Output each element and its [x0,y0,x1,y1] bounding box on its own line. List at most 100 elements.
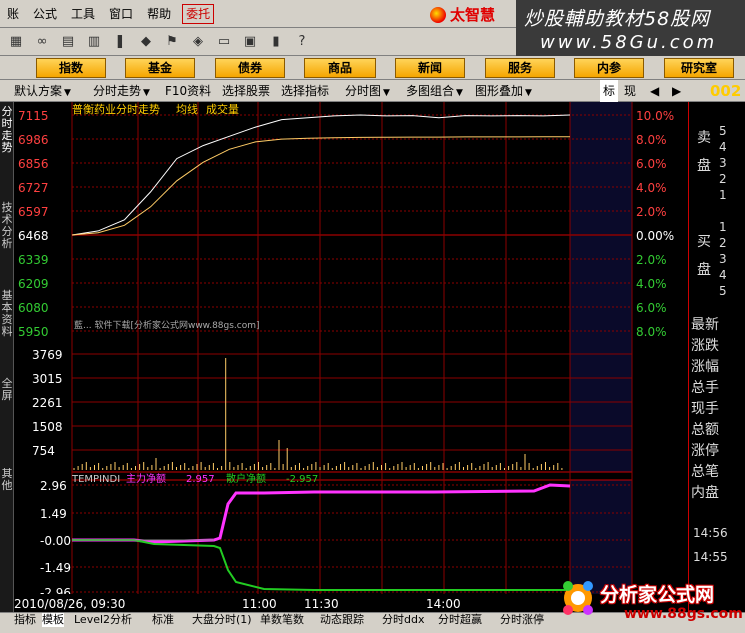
timechart-select[interactable]: 分时图 ▼ [345,80,390,104]
nav-commodity[interactable]: 商品 [304,58,376,78]
percent-tick: 6.0% [636,157,667,171]
volume-tick: 2261 [32,396,63,410]
indicator-retail-label: 散户净额 [226,472,266,485]
tab-dynamic-track[interactable]: 动态跟踪 [320,613,364,627]
quote-field: 总笔 [691,464,719,480]
menu-window[interactable]: 窗口 [102,0,140,28]
side-tab-fundamental[interactable]: 基本资料 [0,290,14,338]
delegate-button[interactable]: 委托 [182,3,215,24]
legend-vol: 成交量 [206,102,239,116]
mode-tab-standard[interactable]: 标 [600,80,619,102]
buy-label: 买盘 [697,234,711,278]
timeshare-select[interactable]: 分时走势 ▼ [93,80,150,104]
tab-level2[interactable]: Level2分析 [74,613,132,627]
scroll-left-icon[interactable]: ◀ [650,80,659,102]
quote-field: 总手 [691,380,719,396]
multichart-label: 多图组合 [406,84,455,98]
window-icon[interactable]: ▭ [214,33,234,51]
overlay-select[interactable]: 图形叠加 ▼ [475,80,532,104]
menu-tools[interactable]: 工具 [64,0,102,28]
binoculars-icon[interactable]: ∞ [32,33,52,51]
grid-icon[interactable]: ▦ [6,33,26,51]
tab-limit-up[interactable]: 分时涨停 [500,613,544,627]
select-stock-button[interactable]: 选择股票 [222,80,270,102]
time-tick-1400: 14:00 [426,597,461,611]
volume-tick: 754 [32,444,55,458]
nav-fund[interactable]: 基金 [125,58,195,78]
nav-insider[interactable]: 内参 [574,58,644,78]
tab-super[interactable]: 分时超赢 [438,613,482,627]
overlay-label: 图形叠加 [475,84,524,98]
f10-button[interactable]: F10资料 [165,80,211,102]
side-tabs: 分时走势 技术分析 基本资料 全屏 其他 [0,102,14,613]
sell-level: 3 [719,156,727,170]
side-tab-fullscreen[interactable]: 全屏 [0,378,14,402]
mode-tab-current[interactable]: 现 [624,80,636,102]
quote-field: 总额 [691,422,719,438]
legend-avg: 均线 [176,102,198,116]
quote-field: 现手 [691,401,719,417]
nav-bar: 指数 基金 债券 商品 新闻 服务 内参 研究室 [0,56,745,80]
logo-url: www.88gs.com [624,606,743,622]
multichart-select[interactable]: 多图组合 ▼ [406,80,463,104]
tab-indicator[interactable]: 指标 [14,613,36,627]
menu-account[interactable]: 账 [0,0,26,28]
scroll-right-icon[interactable]: ▶ [672,80,681,102]
nav-index[interactable]: 指数 [36,58,106,78]
chevron-down-icon: ▼ [456,88,463,98]
indicator-tick: 1.49 [40,507,67,521]
indicator-main-label: 主力净额 [126,472,166,485]
nav-news[interactable]: 新闻 [395,58,465,78]
chevron-down-icon: ▼ [383,88,390,98]
date-label: 2010/08/26, 09:30 [14,597,125,611]
scheme-select[interactable]: 默认方案 ▼ [14,80,71,104]
side-tab-technical[interactable]: 技术分析 [0,202,14,250]
side-tab-timeshare[interactable]: 分时走势 [0,106,14,154]
nav-research[interactable]: 研究室 [664,58,734,78]
percent-tick: 2.0% [636,253,667,267]
watermark-line2: www.58Gu.com [540,32,718,53]
price-tick: 6727 [18,181,49,195]
tab-standard[interactable]: 标准 [152,613,174,627]
brand-text: 太智慧 [450,6,496,24]
books-icon[interactable]: ▮ [266,33,286,51]
order-book-panel: 卖盘 买盘 5 4 3 2 1 1 2 3 4 5 最新 涨跌 涨幅 总手 现手 总额 涨停 总笔 内盘 14:5… [688,102,745,613]
percent-tick: 4.0% [636,181,667,195]
help-pointer-icon[interactable]: ? [292,33,312,51]
indicator-tick: -1.49 [40,561,71,575]
chevron-down-icon: ▼ [143,88,150,98]
stock-code: 002 [710,82,742,100]
note-icon[interactable]: ◈ [188,33,208,51]
time-tick-1130: 11:30 [304,597,339,611]
sell-level: 5 [719,124,727,138]
select-indicator-button[interactable]: 选择指标 [281,80,329,102]
percent-tick: 8.0% [636,133,667,147]
split-icon[interactable]: ▣ [240,33,260,51]
tab-template[interactable]: 模板 [42,613,64,627]
tab-order-count[interactable]: 单数笔数 [260,613,304,627]
timeshare-chart[interactable]: 普衡药业分时走势 均线 成交量 7115 6986 6856 6727 6597 6468… [14,102,687,613]
diamond-icon[interactable]: ◆ [136,33,156,51]
tab-index-timeshare[interactable]: 大盘分时(1) [192,613,252,627]
after-hours-zone [570,102,632,472]
bookmark-icon[interactable]: ❚ [110,33,130,51]
indicator-main-value: 2.957 [186,474,215,485]
menu-formula[interactable]: 公式 [26,0,64,28]
side-tab-other[interactable]: 其他 [0,468,14,492]
menu-help[interactable]: 帮助 [140,0,178,28]
price-tick: 6468 [18,229,49,243]
chart-icon[interactable]: ▥ [84,33,104,51]
watermark-banner: 炒股輔助教材58股网 www.58Gu.com [516,0,745,56]
brand-logo: 太智慧 [430,4,495,25]
nav-bond[interactable]: 债券 [215,58,285,78]
percent-tick: 10.0% [636,109,674,123]
quote-field: 内盘 [691,485,719,501]
stock-icon[interactable]: ▤ [58,33,78,51]
price-tick: 6597 [18,205,49,219]
flag-icon[interactable]: ⚑ [162,33,182,51]
tab-ddx[interactable]: 分时ddx [382,613,424,627]
site-logo: 分析家公式网 www.88gs.com [560,574,745,624]
percent-tick: 6.0% [636,301,667,315]
chart-title: 普衡药业分时走势 [72,102,160,116]
nav-service[interactable]: 服务 [485,58,555,78]
